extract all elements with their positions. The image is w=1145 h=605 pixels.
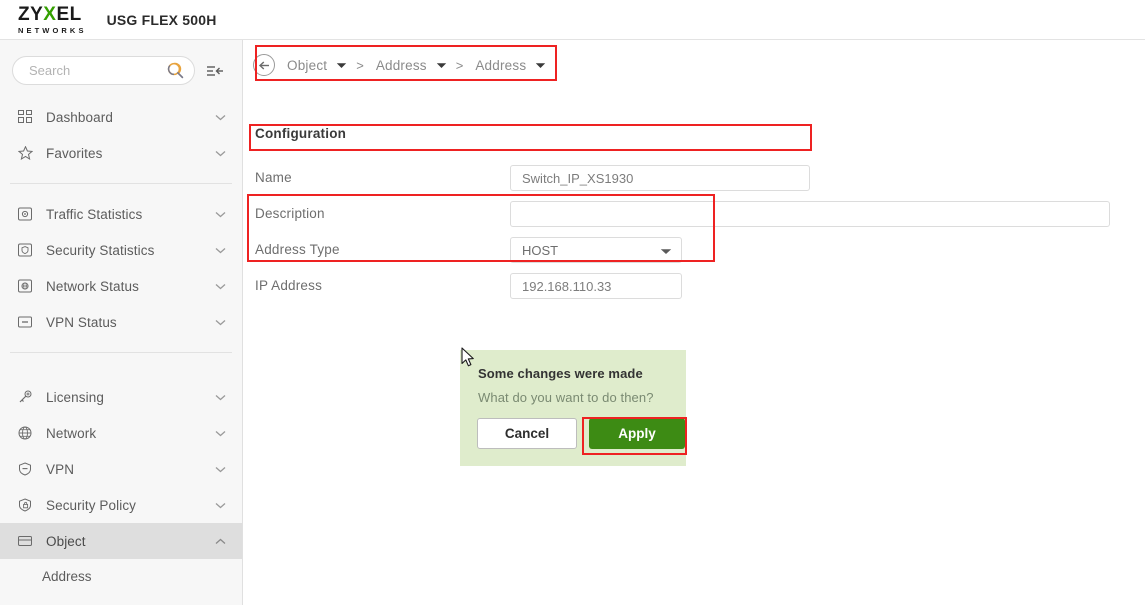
ip-address-input[interactable]: [510, 273, 682, 299]
caret-down-icon[interactable]: [535, 56, 546, 74]
breadcrumb-item-address-1[interactable]: Address: [376, 58, 427, 73]
zyxel-logo: ZYXEL NETWORKS: [18, 5, 87, 35]
sidebar-spacer: [0, 365, 242, 379]
sidebar-item-label: VPN Status: [46, 315, 215, 330]
logo-text-x: X: [43, 4, 56, 25]
app-root: ZYXEL NETWORKS USG FLEX 500H: [0, 0, 1145, 605]
sidebar-item-licensing[interactable]: Licensing: [0, 379, 242, 415]
sidebar-item-label: Network: [46, 426, 215, 441]
address-type-select[interactable]: HOST: [510, 237, 682, 263]
collapse-sidebar-icon[interactable]: [206, 64, 224, 78]
sidebar-item-label: VPN: [46, 462, 215, 477]
sidebar-item-security-statistics[interactable]: Security Statistics: [0, 232, 242, 268]
star-icon: [18, 146, 38, 160]
dashboard-grid-icon: [18, 110, 38, 124]
logo-text-el: EL: [56, 4, 81, 25]
name-input[interactable]: [510, 165, 810, 191]
globe-box-icon: [18, 279, 38, 293]
sidebar-item-label: Traffic Statistics: [46, 207, 215, 222]
sidebar-item-label: Security Policy: [46, 498, 215, 513]
search-icon[interactable]: [167, 62, 184, 84]
confirm-dialog-title: Some changes were made: [478, 366, 643, 381]
search-input[interactable]: [27, 62, 167, 79]
chevron-down-icon[interactable]: [215, 460, 226, 478]
logo-text-zy: ZY: [18, 4, 43, 25]
chevron-down-icon[interactable]: [215, 388, 226, 406]
shield-vpn-icon: [18, 462, 38, 476]
search-box[interactable]: [12, 56, 195, 85]
sidebar-item-label: Dashboard: [46, 110, 215, 125]
sidebar-divider: [10, 352, 232, 353]
confirm-dialog-subtitle: What do you want to do then?: [478, 390, 654, 405]
description-label: Description: [255, 206, 325, 221]
chevron-down-icon[interactable]: [215, 496, 226, 514]
caret-down-icon[interactable]: [436, 56, 447, 74]
chevron-down-icon[interactable]: [215, 144, 226, 162]
app-header: ZYXEL NETWORKS USG FLEX 500H: [0, 0, 1145, 40]
back-arrow-circle-icon[interactable]: [253, 54, 275, 76]
sidebar-item-label: Favorites: [46, 146, 215, 161]
apply-button[interactable]: Apply: [589, 418, 685, 449]
address-type-label: Address Type: [255, 242, 340, 257]
caret-down-icon[interactable]: [336, 56, 347, 74]
chevron-down-icon[interactable]: [215, 277, 226, 295]
ip-address-label: IP Address: [255, 278, 322, 293]
sidebar-item-object[interactable]: Object: [0, 523, 242, 559]
breadcrumb-separator: >: [456, 58, 464, 73]
logo-tagline: NETWORKS: [18, 27, 87, 35]
confirm-dialog: Some changes were made What do you want …: [460, 350, 686, 466]
vpn-key-box-icon: [18, 315, 38, 329]
sidebar-item-vpn-status[interactable]: VPN Status: [0, 304, 242, 340]
device-model-name: USG FLEX 500H: [107, 12, 217, 28]
chevron-down-icon[interactable]: [215, 241, 226, 259]
main-content: Object > Address > Address Configuration…: [244, 40, 1145, 605]
sidebar-item-label: Network Status: [46, 279, 215, 294]
sidebar-item-traffic-statistics[interactable]: Traffic Statistics: [0, 196, 242, 232]
chevron-down-icon[interactable]: [215, 205, 226, 223]
sidebar-divider: [10, 183, 232, 184]
breadcrumb-item-object[interactable]: Object: [287, 58, 327, 73]
logo-wordmark: ZYXEL: [18, 5, 87, 24]
shield-lock-icon: [18, 498, 38, 512]
chevron-down-icon[interactable]: [215, 313, 226, 331]
security-shield-icon: [18, 243, 38, 257]
caret-down-icon[interactable]: [660, 243, 672, 258]
chevron-up-icon[interactable]: [215, 532, 226, 550]
sidebar-item-vpn[interactable]: VPN: [0, 451, 242, 487]
key-icon: [18, 390, 38, 404]
sidebar-item-favorites[interactable]: Favorites: [0, 135, 242, 171]
globe-icon: [18, 426, 38, 440]
description-input[interactable]: [510, 201, 1110, 227]
sidebar-item-label: Licensing: [46, 390, 215, 405]
sidebar-search-row: [0, 40, 242, 85]
chevron-down-icon[interactable]: [215, 424, 226, 442]
sidebar-item-network[interactable]: Network: [0, 415, 242, 451]
sidebar-item-security-policy[interactable]: Security Policy: [0, 487, 242, 523]
page-title: Configuration: [255, 126, 346, 141]
sidebar-item-label: Security Statistics: [46, 243, 215, 258]
cancel-button[interactable]: Cancel: [477, 418, 577, 449]
sidebar-subitem-label: Address: [42, 569, 92, 584]
breadcrumb-item-address-2[interactable]: Address: [475, 58, 526, 73]
sidebar-subitem-address[interactable]: Address: [0, 559, 242, 593]
traffic-chart-icon: [18, 207, 38, 221]
sidebar-item-label: Object: [46, 534, 215, 549]
sidebar: Dashboard Favorites: [0, 40, 243, 605]
object-card-icon: [18, 534, 38, 548]
sidebar-nav: Dashboard Favorites: [0, 99, 242, 593]
chevron-down-icon[interactable]: [215, 108, 226, 126]
sidebar-item-network-status[interactable]: Network Status: [0, 268, 242, 304]
breadcrumb-separator: >: [356, 58, 364, 73]
name-label: Name: [255, 170, 292, 185]
sidebar-item-dashboard[interactable]: Dashboard: [0, 99, 242, 135]
breadcrumb: Object > Address > Address: [253, 48, 546, 82]
address-type-value: HOST: [522, 243, 558, 258]
